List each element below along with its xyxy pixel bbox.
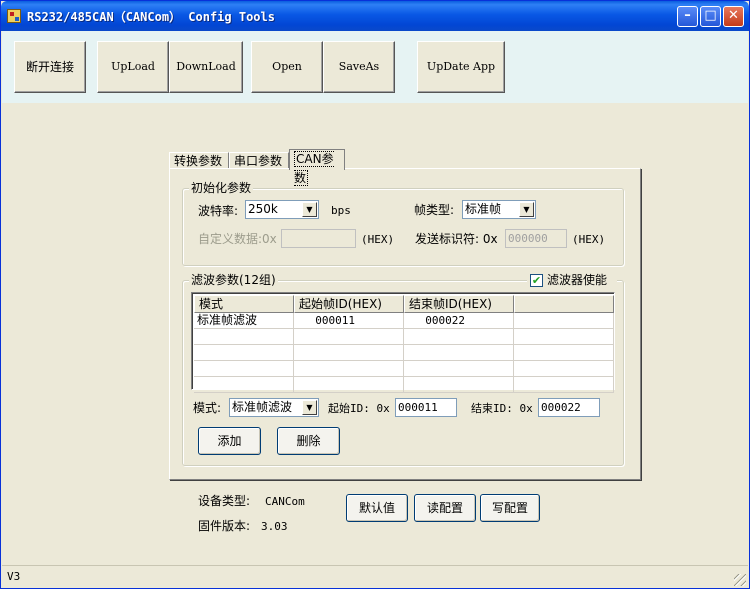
firmware-version-value: 3.03	[261, 520, 288, 533]
filter-params-title: 滤波参数(12组)	[189, 273, 278, 287]
start-id-label: 起始ID: 0x	[328, 402, 390, 415]
mode-label: 模式:	[193, 401, 222, 415]
tab-label: 转换参数	[174, 154, 223, 168]
table-cell[interactable]	[404, 361, 514, 377]
default-values-button[interactable]: 默认值	[346, 494, 408, 522]
send-id-hex: (HEX)	[572, 233, 606, 246]
table-cell[interactable]	[194, 361, 294, 377]
tab-serial-params[interactable]: 串口参数	[229, 152, 289, 169]
mode-select[interactable]: 标准帧滤波 ▼	[229, 398, 319, 417]
table-cell[interactable]	[194, 345, 294, 361]
status-bar: V3	[2, 565, 748, 588]
table-cell[interactable]: 标准帧滤波	[194, 313, 294, 329]
frame-type-label: 帧类型:	[414, 203, 455, 217]
end-id-input[interactable]: 000022	[538, 398, 600, 417]
chevron-down-icon[interactable]: ▼	[519, 202, 534, 217]
maximize-button[interactable]: □	[700, 6, 721, 27]
table-cell[interactable]	[404, 329, 514, 345]
frame-type-select[interactable]: 标准帧 ▼	[462, 200, 536, 219]
download-button[interactable]: DownLoad	[169, 41, 243, 93]
filter-enable-label: 滤波器使能	[547, 273, 608, 287]
table-cell[interactable]: 000011	[294, 313, 404, 329]
custom-data-label: 自定义数据:0x	[198, 232, 277, 246]
table-cell[interactable]	[194, 377, 294, 393]
send-id-label: 发送标识符: 0x	[415, 232, 498, 246]
table-row[interactable]	[194, 329, 614, 345]
filter-enable-checkbox[interactable]: ✔	[530, 274, 543, 287]
table-cell[interactable]	[194, 329, 294, 345]
frame-type-value: 标准帧	[465, 202, 502, 216]
open-button[interactable]: Open	[251, 41, 323, 93]
start-id-input[interactable]: 000011	[395, 398, 457, 417]
send-id-input[interactable]: 000000	[505, 229, 567, 248]
table-row[interactable]	[194, 377, 614, 393]
read-config-button[interactable]: 读配置	[414, 494, 476, 522]
firmware-version-label: 固件版本:	[198, 519, 251, 533]
table-row[interactable]	[194, 361, 614, 377]
window-title: RS232/485CAN（CANCom） Config Tools	[27, 10, 275, 24]
table-cell[interactable]	[294, 345, 404, 361]
tab-conversion-params[interactable]: 转换参数	[169, 152, 229, 169]
chevron-down-icon[interactable]: ▼	[302, 400, 317, 415]
chevron-down-icon[interactable]: ▼	[302, 202, 317, 217]
toolbar: 断开连接 UpLoad DownLoad Open SaveAs UpDate …	[2, 31, 748, 103]
table-cell[interactable]	[294, 377, 404, 393]
baud-rate-label: 波特率:	[198, 204, 239, 218]
mode-value: 标准帧滤波	[232, 400, 293, 414]
table-row[interactable]	[194, 345, 614, 361]
table-cell[interactable]	[514, 329, 614, 345]
table-cell[interactable]	[514, 361, 614, 377]
table-cell[interactable]	[294, 329, 404, 345]
column-header-end-id[interactable]: 结束帧ID(HEX)	[404, 295, 514, 313]
write-config-button[interactable]: 写配置	[480, 494, 540, 522]
tab-label: 串口参数	[234, 154, 283, 168]
main-window: RS232/485CAN（CANCom） Config Tools – □ ✕ …	[0, 0, 750, 589]
upload-button[interactable]: UpLoad	[97, 41, 169, 93]
version-label: V3	[7, 570, 21, 583]
column-header-blank	[514, 295, 614, 313]
column-header-mode[interactable]: 模式	[194, 295, 294, 313]
table-cell[interactable]	[404, 345, 514, 361]
custom-data-hex: (HEX)	[361, 233, 395, 246]
disconnect-button[interactable]: 断开连接	[14, 41, 86, 93]
custom-data-input[interactable]	[281, 229, 356, 248]
device-type-label: 设备类型:	[198, 494, 251, 508]
table-cell[interactable]	[514, 345, 614, 361]
baud-unit: bps	[331, 204, 351, 217]
table-cell[interactable]	[514, 313, 614, 329]
end-id-label: 结束ID: 0x	[471, 402, 533, 415]
tab-can-params[interactable]: CAN参数	[289, 149, 345, 186]
baud-rate-select[interactable]: 250k ▼	[245, 200, 319, 219]
init-params-title: 初始化参数	[189, 181, 254, 195]
table-cell[interactable]: 000022	[404, 313, 514, 329]
filter-table[interactable]: 模式 起始帧ID(HEX) 结束帧ID(HEX) 标准帧滤波 000011 0000…	[191, 292, 615, 393]
minimize-button[interactable]: –	[677, 6, 698, 27]
table-cell[interactable]	[514, 377, 614, 393]
delete-button[interactable]: 删除	[277, 427, 340, 455]
add-button[interactable]: 添加	[198, 427, 261, 455]
column-header-start-id[interactable]: 起始帧ID(HEX)	[294, 295, 404, 313]
table-row[interactable]: 标准帧滤波 000011 000022	[194, 313, 614, 329]
resize-grip-icon[interactable]	[734, 574, 746, 586]
saveas-button[interactable]: SaveAs	[323, 41, 395, 93]
update-app-button[interactable]: UpDate App	[417, 41, 505, 93]
device-type-value: CANCom	[265, 495, 305, 508]
title-bar[interactable]: RS232/485CAN（CANCom） Config Tools – □ ✕	[1, 1, 749, 31]
baud-rate-value: 250k	[248, 202, 278, 216]
close-button[interactable]: ✕	[723, 6, 744, 27]
table-cell[interactable]	[294, 361, 404, 377]
filter-enable-wrap[interactable]: ✔ 滤波器使能	[527, 272, 617, 288]
app-icon	[7, 9, 21, 23]
table-cell[interactable]	[404, 377, 514, 393]
